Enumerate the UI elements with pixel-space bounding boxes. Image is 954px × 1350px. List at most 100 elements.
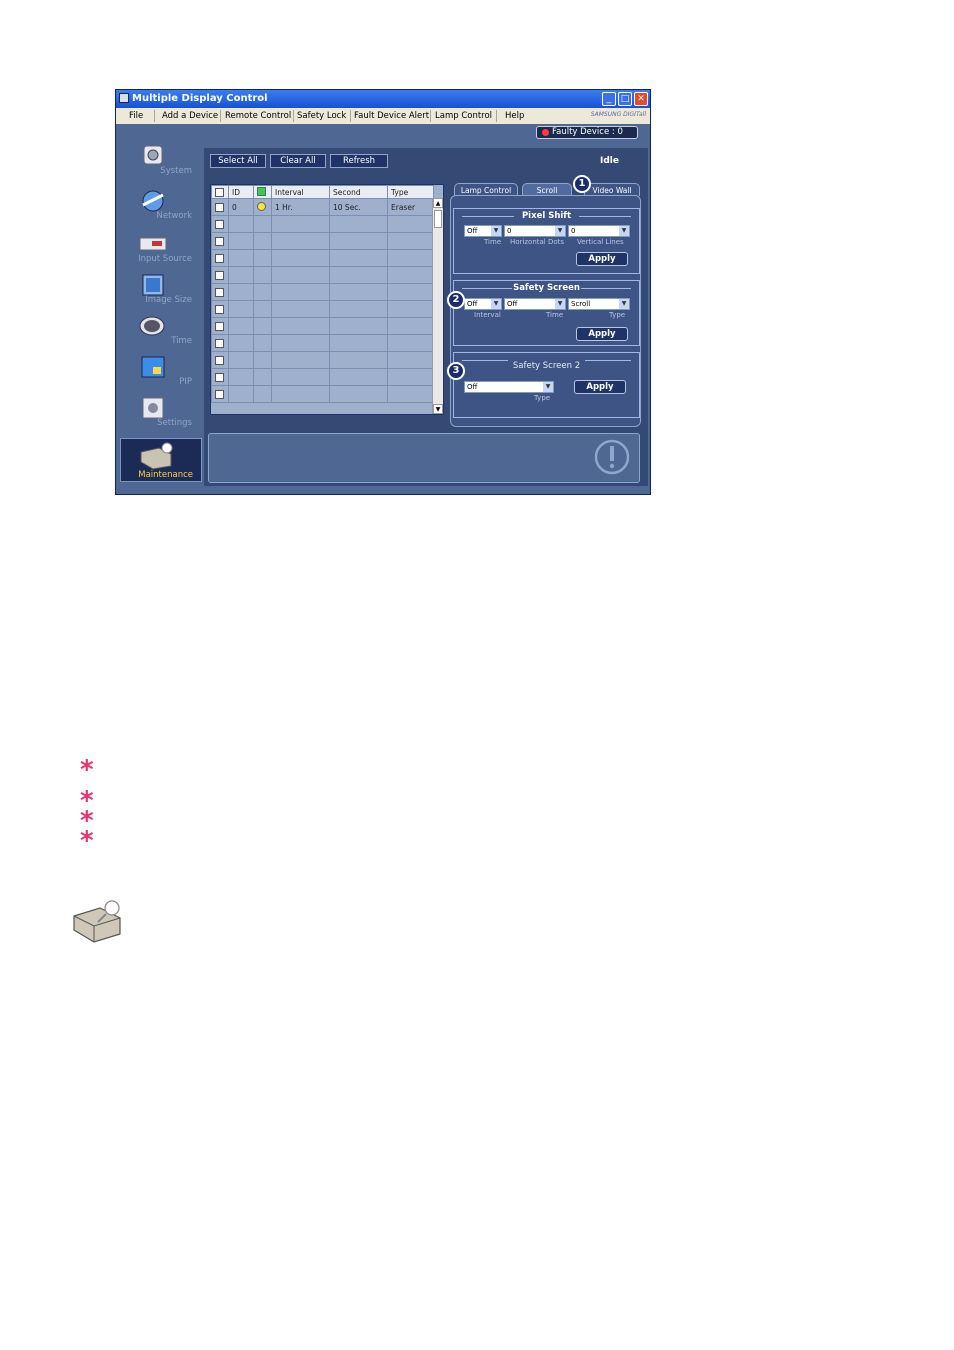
sidebar-label: Time xyxy=(171,336,192,346)
settings-icon xyxy=(142,397,164,419)
table-row[interactable] xyxy=(211,351,434,369)
horizontal-dots-label: Horizontal Dots xyxy=(510,238,565,246)
menu-file[interactable]: File xyxy=(129,110,143,122)
sidebar-item-maintenance[interactable]: Maintenance xyxy=(120,438,202,482)
time-label: Time xyxy=(484,238,502,246)
safety-type-label: Type xyxy=(609,311,626,319)
column-header-status xyxy=(253,185,272,199)
maximize-button[interactable]: □ xyxy=(618,92,632,106)
device-table: ID Interval Second Type 0 1 Hr. 10 Sec. … xyxy=(210,184,444,415)
sidebar-label: System xyxy=(160,166,192,176)
cell-type: Eraser xyxy=(387,198,434,216)
brand-logo: SAMSUNG DIGITall xyxy=(590,111,646,118)
menu-safety-lock[interactable]: Safety Lock xyxy=(297,110,346,122)
horizontal-dots-select[interactable]: 0 ▼ xyxy=(504,225,566,237)
maintenance-icon xyxy=(140,442,173,470)
table-row[interactable] xyxy=(211,283,434,301)
menu-remote-control[interactable]: Remote Control xyxy=(225,110,291,122)
sidebar-item-pip[interactable]: PIP xyxy=(116,353,202,393)
menu-add-device[interactable]: Add a Device xyxy=(162,110,218,122)
table-row[interactable] xyxy=(211,385,434,403)
table-row[interactable] xyxy=(211,232,434,250)
table-row[interactable] xyxy=(211,334,434,352)
main-panel: Select All Clear All Refresh Idle ID Int… xyxy=(204,148,648,486)
safety-time-label: Time xyxy=(546,311,564,319)
table-row[interactable] xyxy=(211,368,434,386)
close-button[interactable]: ✕ xyxy=(634,92,648,106)
table-row[interactable] xyxy=(211,249,434,267)
safety-interval-select[interactable]: Off ▼ xyxy=(464,298,502,310)
scroll-tab-body: Pixel Shift Off ▼ 0 ▼ 0 ▼ Time Horizontal D… xyxy=(450,195,641,427)
scroll-up-icon[interactable]: ▲ xyxy=(433,198,443,208)
safety-screen-title: Safety Screen xyxy=(513,283,580,293)
sidebar-label: Network xyxy=(156,211,193,221)
faulty-device-indicator[interactable]: Faulty Device : 0 xyxy=(536,126,638,139)
select-all-checkbox[interactable] xyxy=(211,185,229,199)
clear-all-button[interactable]: Clear All xyxy=(270,154,326,168)
safety-screen2-group: Safety Screen 2 Off ▼ Type Apply xyxy=(453,352,640,418)
sidebar-item-network[interactable]: Network xyxy=(116,187,202,227)
sidebar-item-time[interactable]: Time xyxy=(116,312,202,352)
sidebar-item-system[interactable]: System xyxy=(116,142,202,182)
pip-icon xyxy=(141,356,165,378)
sidebar-label: Settings xyxy=(157,418,192,428)
maintenance-icon xyxy=(73,900,121,943)
table-row[interactable] xyxy=(211,215,434,233)
safety-screen-apply-button[interactable]: Apply xyxy=(576,327,628,341)
select-all-button[interactable]: Select All xyxy=(210,154,266,168)
input-source-icon xyxy=(139,237,167,251)
interval-label: Interval xyxy=(474,311,501,319)
network-icon xyxy=(142,190,164,212)
table-row[interactable] xyxy=(211,300,434,318)
scroll-thumb[interactable] xyxy=(434,210,442,228)
sidebar-item-image-size[interactable]: Image Size xyxy=(116,271,202,311)
scroll-down-icon[interactable]: ▼ xyxy=(433,404,443,414)
vertical-lines-select[interactable]: 0 ▼ xyxy=(568,225,630,237)
menu-bar: File Add a Device Remote Control Safety … xyxy=(116,108,650,125)
sidebar-label: Image Size xyxy=(145,295,192,305)
safety-screen2-apply-button[interactable]: Apply xyxy=(574,380,626,394)
sidebar-label: Maintenance xyxy=(138,470,193,480)
title-bar[interactable]: Multiple Display Control _ □ ✕ xyxy=(116,90,650,108)
menu-fault-device-alert[interactable]: Fault Device Alert xyxy=(354,110,429,122)
safety-time-select[interactable]: Off ▼ xyxy=(504,298,566,310)
safety-type-select[interactable]: Scroll ▼ xyxy=(568,298,630,310)
cell-interval: 1 Hr. xyxy=(271,198,330,216)
pixel-shift-apply-button[interactable]: Apply xyxy=(576,252,628,266)
time-icon xyxy=(139,316,165,336)
status-bar: Faulty Device : 0 xyxy=(116,124,650,142)
table-row[interactable] xyxy=(211,266,434,284)
row-checkbox[interactable] xyxy=(215,202,224,212)
app-icon xyxy=(119,93,129,103)
chevron-down-icon: ▼ xyxy=(619,299,629,309)
vertical-lines-label: Vertical Lines xyxy=(577,238,624,246)
faulty-device-count: Faulty Device : 0 xyxy=(552,127,623,137)
sidebar-item-input-source[interactable]: Input Source xyxy=(116,230,202,270)
minimize-button[interactable]: _ xyxy=(602,92,616,106)
safety-screen2-title: Safety Screen 2 xyxy=(512,361,581,371)
menu-lamp-control[interactable]: Lamp Control xyxy=(435,110,492,122)
safety2-type-label: Type xyxy=(534,394,551,402)
pixel-shift-time-select[interactable]: Off ▼ xyxy=(464,225,502,237)
table-row[interactable] xyxy=(211,317,434,335)
status-dot-icon xyxy=(257,201,266,211)
chevron-down-icon: ▼ xyxy=(619,226,629,236)
chevron-down-icon: ▼ xyxy=(491,299,501,309)
asterisk-bullet-icon: * xyxy=(80,826,94,856)
sidebar: System Network Input Source Image Size T… xyxy=(116,142,202,494)
message-area xyxy=(208,433,640,483)
asterisk-bullet-icon: * xyxy=(80,755,94,785)
sidebar-item-settings[interactable]: Settings xyxy=(116,394,202,434)
cell-second: 10 Sec. xyxy=(329,198,388,216)
app-window: Multiple Display Control _ □ ✕ File Add … xyxy=(115,89,651,495)
pixel-shift-group: Pixel Shift Off ▼ 0 ▼ 0 ▼ Time Horizontal D… xyxy=(453,208,640,274)
safety2-type-select[interactable]: Off ▼ xyxy=(464,381,554,393)
table-scrollbar[interactable]: ▲ ▼ xyxy=(432,198,443,414)
callout-marker: 1 xyxy=(573,175,591,193)
refresh-button[interactable]: Refresh xyxy=(330,154,388,168)
column-header-type: Type xyxy=(387,185,434,199)
table-row[interactable]: 0 1 Hr. 10 Sec. Eraser xyxy=(211,198,434,216)
menu-help[interactable]: Help xyxy=(505,110,524,122)
cell-id: 0 xyxy=(228,198,254,216)
column-header-interval: Interval xyxy=(271,185,330,199)
